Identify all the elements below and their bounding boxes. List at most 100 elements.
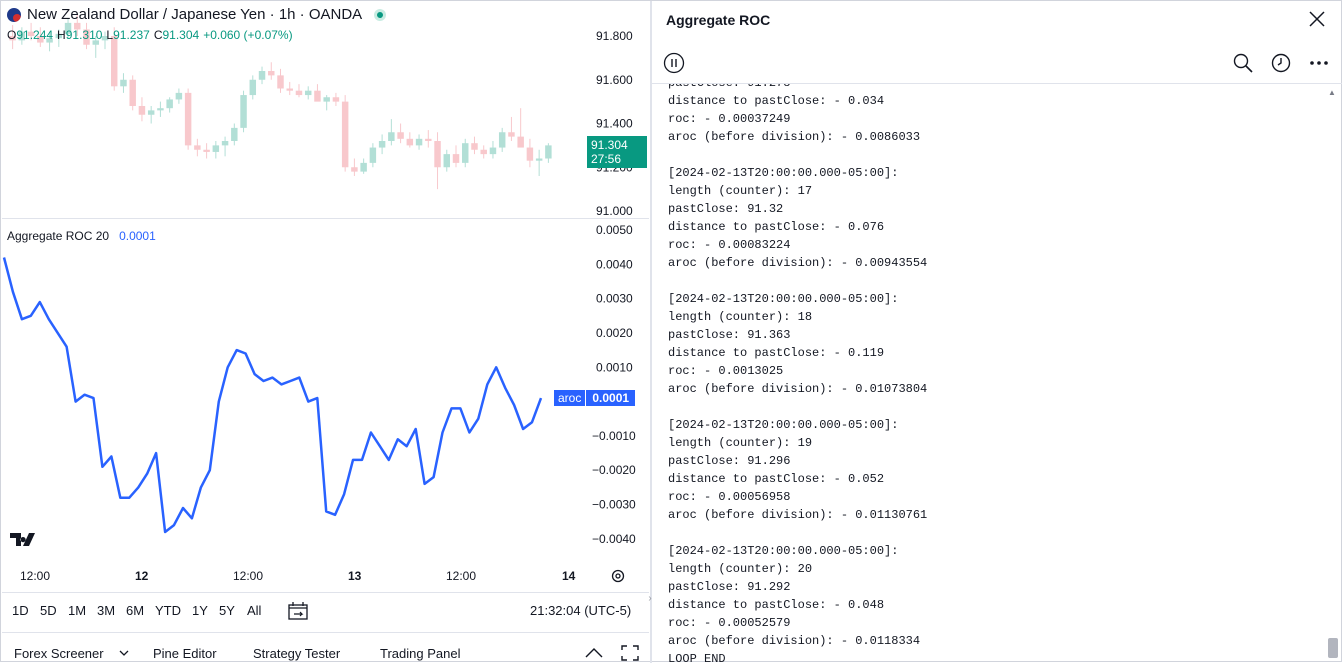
scrollbar-thumb[interactable] [1328,638,1338,658]
symbol-header[interactable]: New Zealand Dollar / Japanese Yen · 1h ·… [7,6,387,23]
price-tick: 91.600 [596,73,633,87]
candle [212,141,220,159]
log-line: length (counter): 17 [668,184,813,198]
range-ytd[interactable]: YTD [155,603,181,618]
aroc-tick: 0.0030 [596,292,633,306]
symbol-title[interactable]: New Zealand Dollar / Japanese Yen · 1h ·… [27,6,362,23]
chevron-down-icon[interactable] [119,649,129,657]
aroc-tick: 0.0020 [596,326,633,340]
chart-area[interactable]: 91.80091.60091.40091.20091.000 New Zeala… [2,2,649,662]
candle [508,116,515,141]
candle [369,143,377,168]
search-icon[interactable] [1232,52,1254,74]
nzd-flag-icon [7,7,21,22]
aroc-tick: −0.0020 [592,463,636,477]
aroc-tick: −0.0030 [592,498,636,512]
ohlc-open: 91.244 [16,28,54,42]
aroc-line [2,257,543,534]
log-line: distance to pastClose: - 0.052 [668,472,885,486]
time-tick: 12:00 [233,569,264,583]
log-line: distance to pastClose: - 0.119 [668,346,885,360]
logs-list[interactable]: pastClose: 91.278 distance to pastClose: … [652,84,1324,662]
indicator-legend[interactable]: Aggregate ROC 20 0.0001 [7,229,156,243]
history-icon[interactable] [1270,52,1292,74]
aroc-badge-value: 0.0001 [586,390,636,406]
price-tick: 91.400 [596,117,633,131]
range-3m[interactable]: 3M [97,603,115,618]
aroc-tick: 0.0040 [596,257,633,271]
indicator-name[interactable]: Aggregate ROC 20 [7,229,109,243]
candle [351,158,358,176]
ohlc-high-label: H [57,28,66,42]
close-icon[interactable] [1308,10,1326,28]
tab-trading-panel[interactable]: Trading Panel [380,646,460,661]
range-6m[interactable]: 6M [126,603,144,618]
candle [249,75,257,100]
candle [231,123,238,146]
candle [517,108,524,148]
market-open-icon [374,8,387,21]
log-line: pastClose: 91.32 [668,202,784,216]
candle [240,90,247,133]
candle [258,66,266,85]
ohlc-high: 91.310 [65,28,103,42]
log-line: distance to pastClose: - 0.076 [668,220,885,234]
candle [295,84,303,98]
aroc-badge-name: aroc [554,390,586,406]
candle [462,138,469,168]
tab-forex-screener[interactable]: Forex Screener [14,646,104,661]
go-to-date-icon[interactable] [288,602,308,620]
panel-title: Aggregate ROC [666,12,771,28]
pause-icon[interactable] [663,52,685,74]
ohlc-legend: O91.244 H91.310 L91.237 C91.304 +0.060 (… [7,28,293,42]
candle [434,132,441,190]
range-5d[interactable]: 5D [40,603,57,618]
range-toolbar: 1D 5D 1M 3M 6M YTD 1Y 5Y All 21:32:04 (U… [2,592,649,628]
utc-clock[interactable]: 21:32:04 (UTC-5) [530,603,631,618]
candle [443,149,451,172]
candle [268,62,275,80]
candle [314,84,321,102]
candle [120,73,127,93]
time-axis[interactable]: 12:00 12 12:00 13 12:00 14 [2,564,649,590]
log-line: aroc (before division): - 0.0118334 [668,634,921,648]
candle [480,145,487,159]
log-line: pastClose: 91.296 [668,454,791,468]
aroc-chart[interactable]: 0.0050 0.0040 0.0030 0.0020 0.0010 −0.0010 −0.… [2,219,649,559]
log-line: pastClose: 91.363 [668,328,791,342]
tradingview-logo[interactable] [10,531,42,555]
range-5y[interactable]: 5Y [219,603,235,618]
ohlc-low: 91.237 [113,28,150,42]
candle [471,136,478,155]
last-price: 91.304 [591,138,628,152]
price-tick: 91.000 [596,204,633,218]
candle [545,143,552,163]
tab-strategy-tester[interactable]: Strategy Tester [253,646,340,661]
tab-pine-editor[interactable]: Pine Editor [153,646,217,661]
log-line: length (counter): 19 [668,436,813,450]
range-all[interactable]: All [247,603,261,618]
scroll-up-icon[interactable]: ▲ [1327,88,1337,98]
candle [147,106,155,124]
time-tick: 14 [562,569,576,583]
log-line: pastClose: 91.278 [668,84,927,92]
chevron-up-icon[interactable] [584,647,604,659]
gear-icon[interactable] [610,568,626,584]
candle [203,143,210,159]
candle [526,138,534,168]
range-1d[interactable]: 1D [12,603,29,618]
more-options-icon[interactable] [1308,52,1330,74]
time-tick: 13 [348,569,362,583]
log-line: roc: - 0.00056958 [668,490,791,504]
time-tick: 12:00 [446,569,477,583]
price-pane[interactable]: 91.80091.60091.40091.20091.000 New Zeala… [2,2,649,218]
range-1y[interactable]: 1Y [192,603,208,618]
candle [397,123,404,144]
indicator-pane[interactable]: 0.0050 0.0040 0.0030 0.0020 0.0010 −0.0010 −0.… [2,219,649,559]
candle [138,97,146,122]
aroc-value-badge: aroc 0.0001 [554,390,636,406]
maximize-icon[interactable] [621,645,639,661]
range-1m[interactable]: 1M [68,603,86,618]
